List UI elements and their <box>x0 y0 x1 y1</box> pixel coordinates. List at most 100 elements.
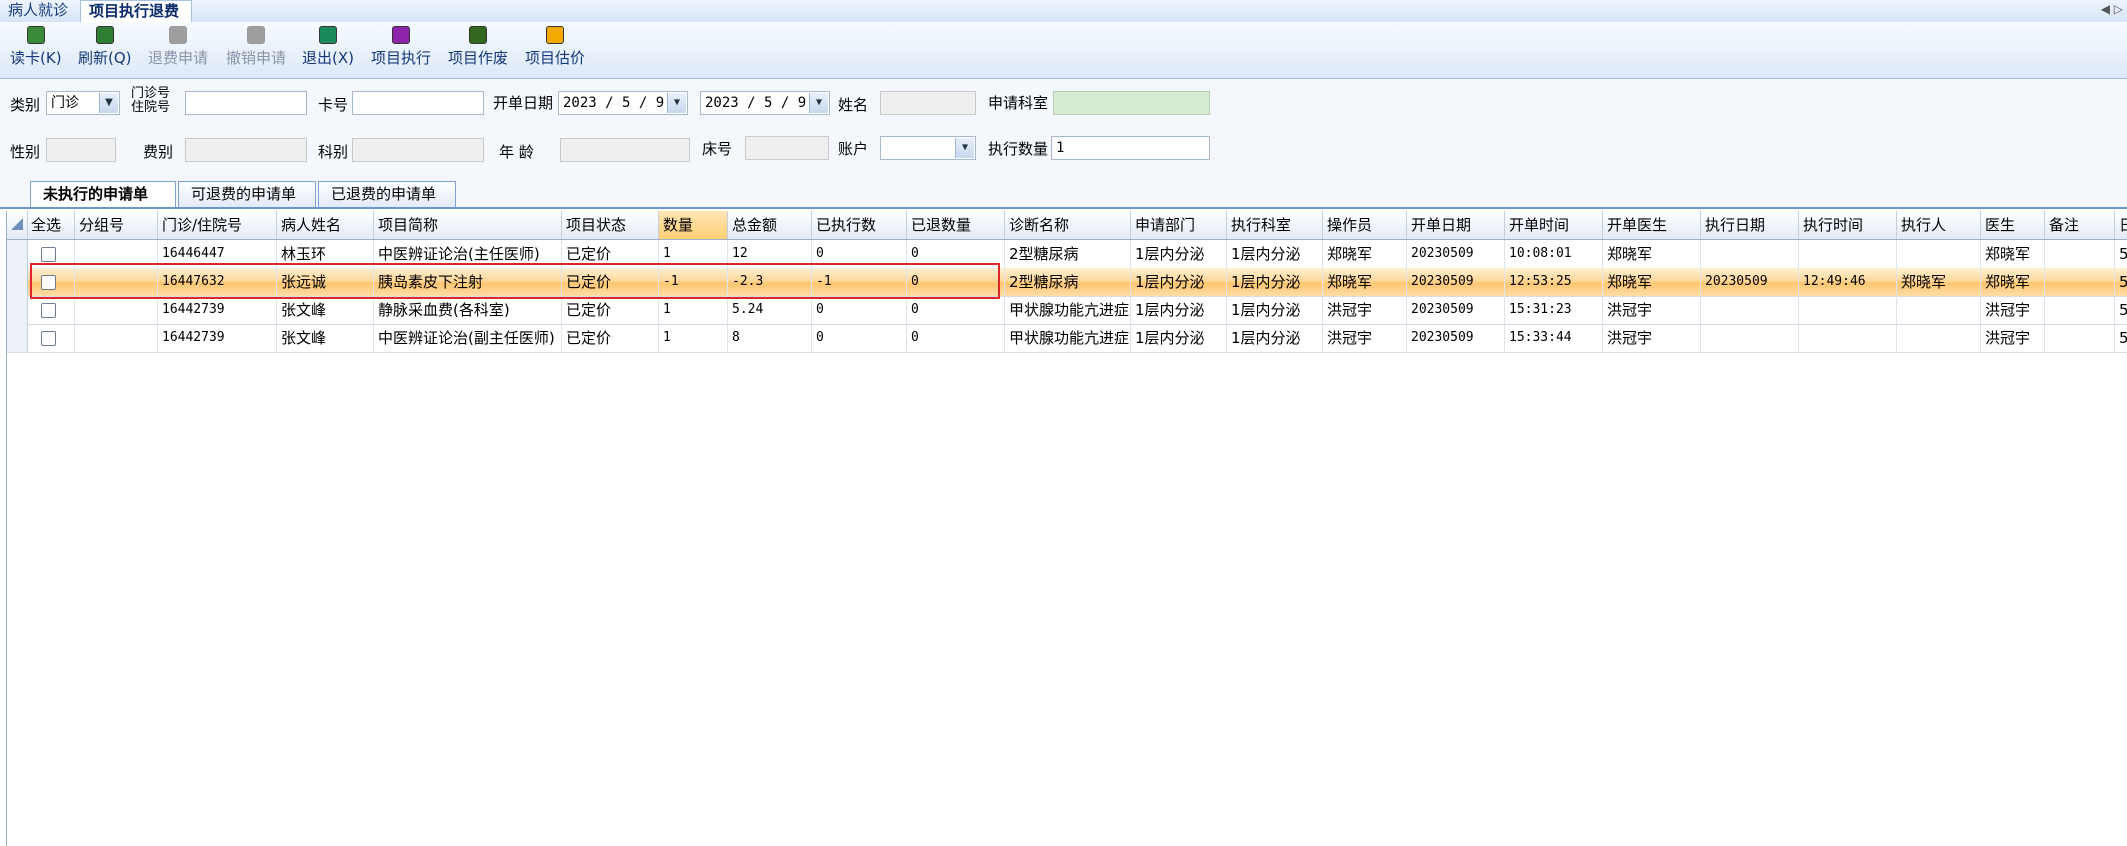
dept-label: 科别 <box>318 143 349 161</box>
table-cell: 洪冠宇 <box>1981 296 2045 324</box>
table-cell: 0 <box>907 324 1005 352</box>
column-header[interactable]: 执行时间 <box>1799 211 1897 239</box>
row-header[interactable] <box>7 268 28 296</box>
row-header[interactable] <box>7 240 28 268</box>
patient-name-label: 姓名 <box>838 96 869 114</box>
row-header[interactable] <box>7 324 28 352</box>
column-header[interactable]: 备注 <box>2045 211 2115 239</box>
column-header[interactable]: 数量 <box>659 211 728 239</box>
column-header[interactable]: 开单日期 <box>1407 211 1505 239</box>
exec-qty-input[interactable]: 1 <box>1051 136 1210 160</box>
fee-type-input[interactable] <box>185 138 307 162</box>
inpatient-no-label: 住院号 <box>131 100 171 115</box>
column-header[interactable]: 执行日期 <box>1701 211 1799 239</box>
read-card-button[interactable]: 读卡(K) <box>10 26 62 68</box>
column-header[interactable]: 已退数量 <box>907 211 1005 239</box>
column-header[interactable]: 操作员 <box>1323 211 1407 239</box>
patient-name-input[interactable] <box>880 91 976 115</box>
execute-item-button[interactable]: 项目执行 <box>371 26 431 68</box>
column-header[interactable]: 执行人 <box>1897 211 1981 239</box>
card-no-input[interactable] <box>352 91 484 115</box>
table-cell: 20230509 <box>1407 240 1505 268</box>
column-header[interactable]: 执行科室 <box>1227 211 1323 239</box>
row-checkbox-cell <box>27 324 75 352</box>
grid-corner <box>7 211 28 239</box>
account-label: 账户 <box>838 140 869 158</box>
exit-icon <box>318 26 337 44</box>
column-header[interactable]: 门诊/住院号 <box>158 211 277 239</box>
column-header[interactable]: 总金额 <box>728 211 812 239</box>
column-header[interactable]: 医生 <box>1981 211 2045 239</box>
account-select[interactable]: ▼ <box>880 136 976 160</box>
row-checkbox[interactable] <box>41 303 56 318</box>
order-date-label: 开单日期 <box>493 94 554 112</box>
table-cell: 洪冠宇 <box>1603 296 1701 324</box>
date-to-picker[interactable]: 2023 / 5 / 9 ▼ <box>700 91 830 115</box>
table-row[interactable]: 16442739 张文峰 中医辨证论治(副主任医师) 已定价 1 8 0 0 甲状腺功能亢进症 1… <box>7 324 2127 353</box>
table-cell: 15:33:44 <box>1505 324 1603 352</box>
row-checkbox[interactable] <box>41 247 56 262</box>
table-cell <box>1799 324 1897 352</box>
refresh-button[interactable]: 刷新(Q) <box>78 26 132 68</box>
column-header[interactable]: 开单时间 <box>1505 211 1603 239</box>
revoke-request-button[interactable]: 撤销申请 <box>226 26 286 68</box>
column-header[interactable]: 项目简称 <box>374 211 562 239</box>
table-cell: 12:49:46 <box>1799 268 1897 296</box>
card-no-label: 卡号 <box>318 96 349 114</box>
date-from-picker[interactable]: 2023 / 5 / 9 ▼ <box>558 91 688 115</box>
table-cell: 2型糖尿病 <box>1005 268 1131 296</box>
table-cell: 已定价 <box>562 324 659 352</box>
table-cell: 1层内分泌 <box>1131 296 1227 324</box>
table-cell: 20230509 <box>1407 296 1505 324</box>
row-header[interactable] <box>7 296 28 324</box>
column-header[interactable]: 分组号 <box>75 211 158 239</box>
tab-patient-visit[interactable]: 病人就诊 <box>0 0 80 22</box>
void-item-icon <box>469 26 487 44</box>
chevron-down-icon[interactable]: ▼ <box>99 93 118 113</box>
table-cell: 12:53:25 <box>1505 268 1603 296</box>
tab-item-exec-refund[interactable]: 项目执行退费 <box>80 0 192 22</box>
tab-refunded[interactable]: 已退费的申请单 <box>318 181 456 207</box>
table-cell: 洪冠宇 <box>1981 324 2045 352</box>
table-cell: 2型糖尿病 <box>1005 240 1131 268</box>
table-cell <box>2045 240 2115 268</box>
category-value: 门诊 <box>51 95 79 111</box>
dept-input[interactable] <box>352 138 484 162</box>
column-header[interactable]: 日 <box>2115 211 2127 239</box>
outpatient-no-input[interactable] <box>185 91 307 115</box>
column-header[interactable]: 申请部门 <box>1131 211 1227 239</box>
table-cell <box>1701 296 1799 324</box>
apply-dept-label: 申请科室 <box>988 94 1049 112</box>
exit-button[interactable]: 退出(X) <box>302 26 354 68</box>
tab-unexecuted[interactable]: 未执行的申请单 <box>30 181 176 207</box>
column-header[interactable]: 项目状态 <box>562 211 659 239</box>
table-cell <box>75 324 158 352</box>
table-cell: 8 <box>728 324 812 352</box>
column-header[interactable]: 开单医生 <box>1603 211 1701 239</box>
chevron-down-icon[interactable]: ▼ <box>667 93 686 113</box>
fee-type-label: 费别 <box>143 143 174 161</box>
column-header[interactable]: 已执行数 <box>812 211 907 239</box>
bed-no-input[interactable] <box>745 136 829 160</box>
void-item-button[interactable]: 项目作废 <box>448 26 508 68</box>
chevron-down-icon[interactable]: ▼ <box>955 138 974 158</box>
table-cell: 5.24 <box>728 296 812 324</box>
table-cell: 15:31:23 <box>1505 296 1603 324</box>
column-header[interactable]: 全选 <box>27 211 75 239</box>
table-cell: 郑晓军 <box>1603 240 1701 268</box>
tab-scroll-arrows[interactable]: ◀ ▷ <box>2101 2 2123 16</box>
refund-request-button[interactable]: 退费申请 <box>148 26 208 68</box>
estimate-item-button[interactable]: 项目估价 <box>525 26 585 68</box>
table-cell <box>1701 240 1799 268</box>
table-cell: 洪冠宇 <box>1323 324 1407 352</box>
column-header[interactable]: 病人姓名 <box>277 211 374 239</box>
column-header[interactable]: 诊断名称 <box>1005 211 1131 239</box>
row-checkbox[interactable] <box>41 331 56 346</box>
gender-input[interactable] <box>46 138 116 162</box>
age-input[interactable] <box>560 138 690 162</box>
chevron-down-icon[interactable]: ▼ <box>809 93 828 113</box>
tab-refundable[interactable]: 可退费的申请单 <box>178 181 316 207</box>
table-row[interactable]: 16442739 张文峰 静脉采血费(各科室) 已定价 1 5.24 0 0 甲状腺功能亢进症 1… <box>7 296 2127 325</box>
apply-dept-input[interactable] <box>1053 91 1210 115</box>
category-select[interactable]: 门诊 ▼ <box>46 91 120 115</box>
